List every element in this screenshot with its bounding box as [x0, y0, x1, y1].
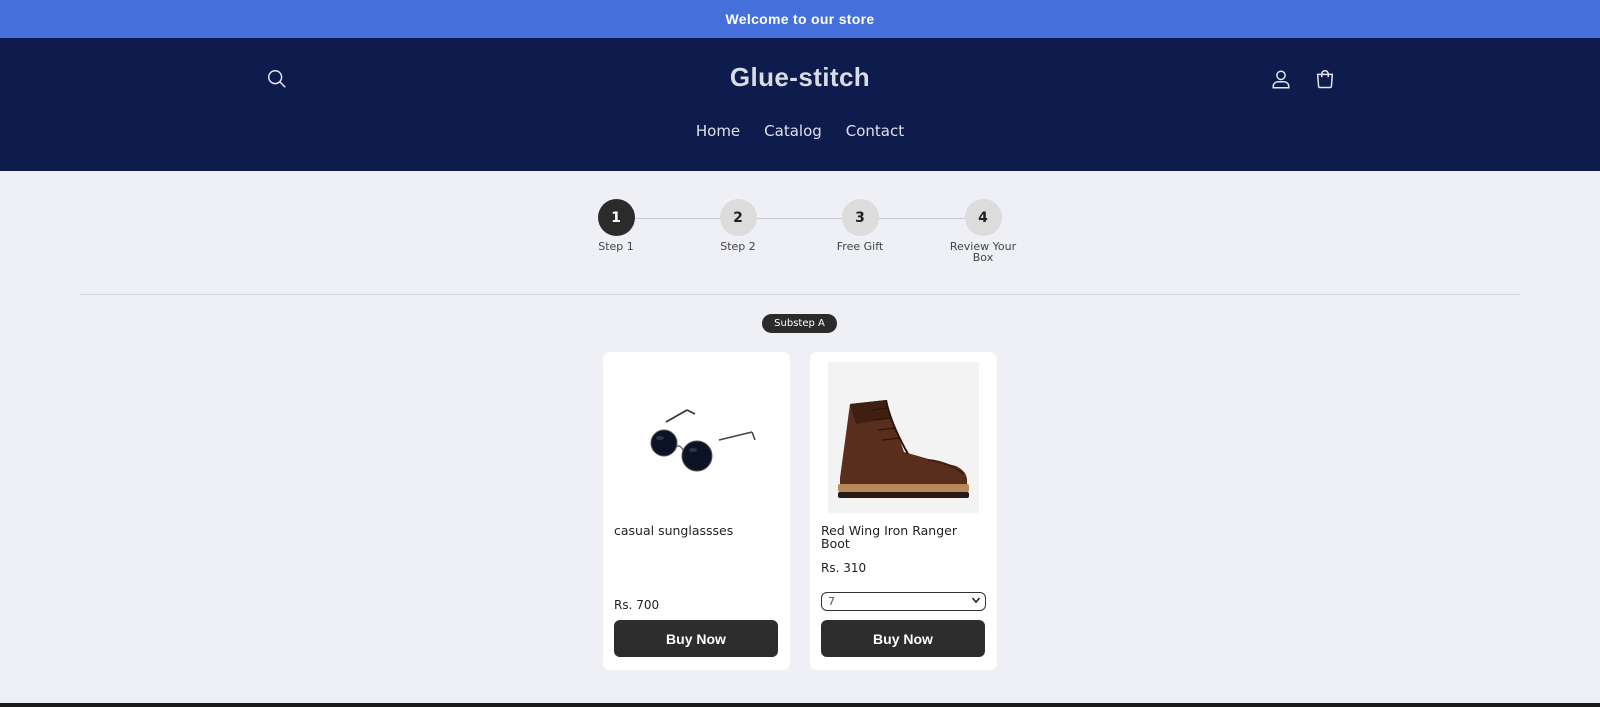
announcement-bar: Welcome to our store: [0, 0, 1600, 38]
size-select[interactable]: 7: [821, 592, 986, 611]
step-3[interactable]: 3 Free Gift: [820, 199, 900, 252]
footer-edge: [0, 703, 1600, 707]
stepper-track: [616, 218, 984, 219]
nav-contact[interactable]: Contact: [846, 122, 904, 140]
step-4[interactable]: 4 Review Your Box: [943, 199, 1023, 263]
step-number: 4: [964, 199, 1002, 236]
step-1[interactable]: 1 Step 1: [576, 199, 656, 252]
product-card: Red Wing Iron Ranger Boot Rs. 310 7 Buy …: [810, 352, 997, 670]
step-2[interactable]: 2 Step 2: [698, 199, 778, 252]
product-card: casual sunglassses Rs. 700 Buy Now: [603, 352, 790, 670]
product-name[interactable]: Red Wing Iron Ranger Boot: [821, 524, 986, 550]
nav-catalog[interactable]: Catalog: [764, 122, 822, 140]
product-price: Rs. 700: [614, 598, 660, 612]
section-divider: [80, 294, 1520, 295]
step-label: Step 1: [598, 240, 634, 253]
step-number: 1: [597, 199, 635, 236]
step-number: 2: [719, 199, 757, 236]
product-price: Rs. 310: [821, 561, 867, 575]
step-number: 3: [841, 199, 879, 236]
product-image-sunglasses[interactable]: [621, 362, 772, 513]
site-header: Glue-stitch Home Catalog Contact: [0, 38, 1600, 171]
buy-now-button[interactable]: Buy Now: [821, 620, 985, 657]
nav-home[interactable]: Home: [696, 122, 740, 140]
product-name[interactable]: casual sunglassses: [614, 524, 779, 537]
product-image-boot[interactable]: [828, 362, 979, 513]
step-label: Review Your Box: [949, 240, 1017, 264]
size-select-value: 7: [828, 595, 835, 608]
site-logo[interactable]: Glue-stitch: [0, 62, 1600, 93]
chevron-down-icon: [971, 595, 981, 608]
cart-icon[interactable]: [1312, 66, 1338, 92]
main-nav: Home Catalog Contact: [0, 122, 1600, 140]
announcement-text: Welcome to our store: [725, 11, 875, 27]
step-label: Step 2: [720, 240, 756, 253]
substep-badge: Substep A: [762, 314, 837, 333]
buy-now-button[interactable]: Buy Now: [614, 620, 778, 657]
step-label: Free Gift: [836, 240, 884, 253]
user-icon[interactable]: [1268, 66, 1294, 92]
